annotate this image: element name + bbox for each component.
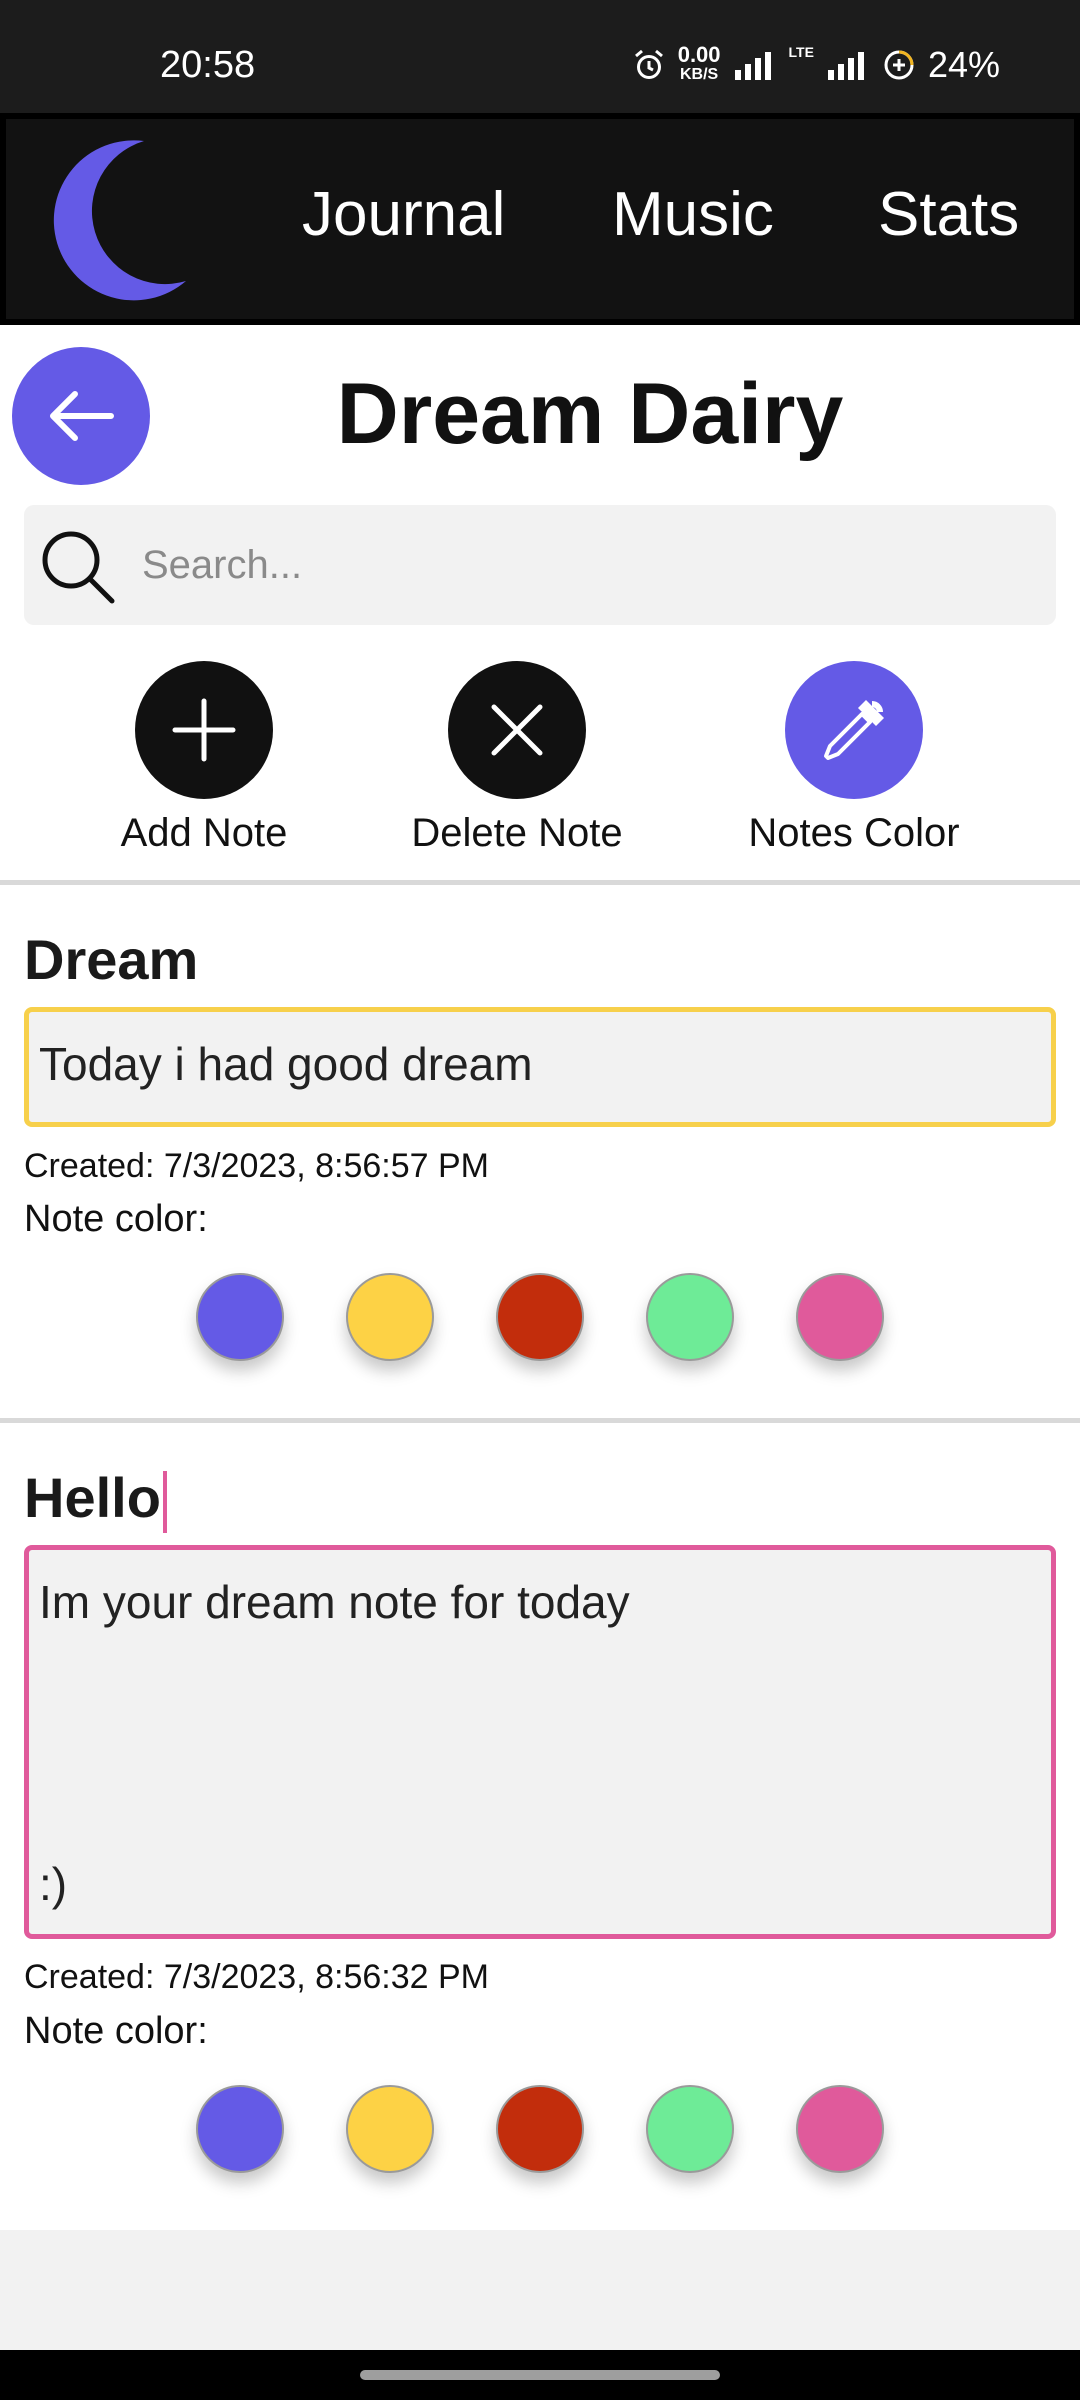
eyedropper-icon [824,700,884,760]
swatch-pink[interactable] [796,1273,884,1361]
note-color-label: Note color: [24,1198,208,1240]
alarm-icon [634,49,663,79]
search-icon [42,531,115,604]
search-input[interactable] [142,535,1022,595]
close-icon [491,704,543,756]
signal-icon [734,52,771,80]
note-title[interactable]: Hello [24,1465,167,1534]
bottom-area [0,2230,1080,2350]
app-navbar: Journal Music Stats [0,113,1080,325]
plus-icon [172,698,236,762]
note-created: Created: 7/3/2023, 8:56:32 PM [24,1958,489,1996]
note-title-text: Hello [24,1466,161,1529]
note-body[interactable]: Im your dream note for today :) [24,1545,1056,1939]
status-icons: 0.00 KB/S LTE 24% [632,44,1000,86]
lte-label: LTE [788,44,814,60]
nav-music[interactable]: Music [612,179,774,250]
delete-note-circle[interactable] [448,661,586,799]
battery-saver-icon [884,50,914,80]
delete-note-button[interactable]: Delete Note [367,661,667,856]
swatch-green[interactable] [646,1273,734,1361]
swatch-yellow[interactable] [346,1273,434,1361]
net-speed: 0.00 KB/S [677,42,721,85]
note-card: Hello Im your dream note for today :) Cr… [0,1423,1080,2223]
text-cursor [162,1471,167,1534]
add-note-circle[interactable] [135,661,273,799]
notes-color-circle[interactable] [785,661,923,799]
add-note-button[interactable]: Add Note [54,661,354,856]
battery-percent: 24% [927,44,1000,85]
home-indicator[interactable] [360,2370,720,2380]
net-speed-unit: KB/S [680,66,719,83]
notes-color-button[interactable]: Notes Color [704,661,1004,856]
color-swatches [196,2085,884,2173]
notes-color-label: Notes Color [748,811,960,855]
system-nav-bar [0,2350,1080,2400]
swatch-purple[interactable] [196,1273,284,1361]
note-body-line: :) [39,1858,68,1910]
note-body[interactable]: Today i had good dream [24,1007,1056,1127]
page-title: Dream Dairy [336,366,844,462]
note-body-line: Today i had good dream [39,1038,533,1090]
color-swatches [196,1273,884,1361]
nav-stats[interactable]: Stats [878,179,1019,250]
swatch-red[interactable] [496,1273,584,1361]
add-note-label: Add Note [120,811,288,855]
note-color-label: Note color: [24,2010,208,2052]
note-created: Created: 7/3/2023, 8:56:57 PM [24,1147,489,1185]
moon-icon[interactable] [26,135,196,305]
note-body-line: Im your dream note for today [39,1576,630,1628]
status-time: 20:58 [160,44,256,86]
delete-note-label: Delete Note [411,811,623,855]
search-box[interactable] [24,505,1056,625]
swatch-purple[interactable] [196,2085,284,2173]
main-content: Dream Dairy Add Note Delete Note [0,325,1080,2230]
note-title[interactable]: Dream [24,927,198,992]
lte-signal-icon [827,52,864,80]
net-speed-value: 0.00 [677,42,721,67]
nav-journal[interactable]: Journal [302,179,505,250]
swatch-yellow[interactable] [346,2085,434,2173]
swatch-red[interactable] [496,2085,584,2173]
swatch-pink[interactable] [796,2085,884,2173]
status-bar: 20:58 0.00 KB/S LTE 24% [0,0,1080,113]
swatch-green[interactable] [646,2085,734,2173]
